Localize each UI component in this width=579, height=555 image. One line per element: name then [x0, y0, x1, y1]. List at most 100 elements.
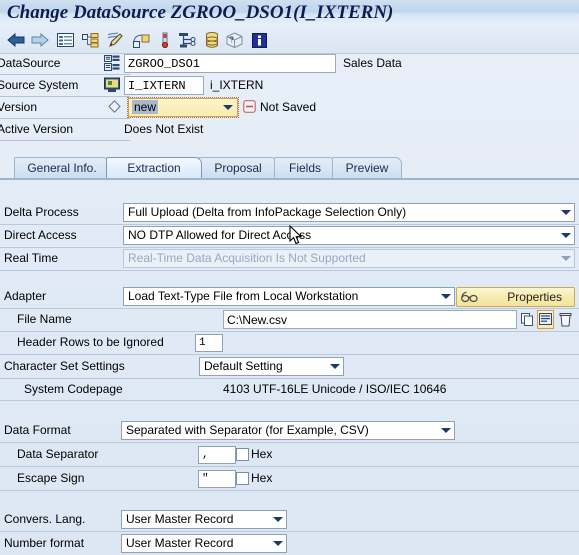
- data-format-value: Separated with Separator (for Example, C…: [126, 423, 369, 437]
- thermometer-icon[interactable]: [155, 30, 175, 50]
- escape-sign-input[interactable]: ": [198, 470, 236, 488]
- chevron-down-icon: [561, 210, 571, 215]
- header-rows-label: Header Rows to be Ignored: [17, 335, 164, 349]
- real-time-value: Real-Time Data Acquisition Is Not Suppor…: [128, 251, 366, 265]
- data-format-label: Data Format: [4, 423, 71, 437]
- cube-icon[interactable]: [224, 30, 244, 50]
- number-format-row: Number format User Master Record: [0, 532, 579, 555]
- header-rows-input[interactable]: 1: [195, 334, 223, 352]
- version-selected-value: new: [132, 100, 159, 114]
- shapes-icon[interactable]: [131, 30, 151, 50]
- edit-pencil-icon[interactable]: [105, 30, 125, 50]
- minus-circle-icon: [243, 100, 259, 116]
- list-icon[interactable]: [55, 30, 75, 50]
- tab-label: Fields: [288, 161, 321, 175]
- direct-access-row: Direct Access NO DTP Allowed for Direct …: [0, 224, 579, 248]
- active-version-value: Does Not Exist: [124, 122, 204, 136]
- active-version-label: Active Version: [0, 122, 74, 136]
- data-separator-row: Data Separator , Hex: [0, 443, 579, 467]
- character-set-value: Default Setting: [204, 359, 283, 373]
- tab-label: Preview: [345, 161, 389, 175]
- delta-process-value: Full Upload (Delta from InfoPackage Sele…: [128, 205, 407, 219]
- chevron-down-icon: [441, 428, 451, 433]
- chevron-down-icon: [273, 517, 283, 522]
- character-set-label: Character Set Settings: [4, 359, 125, 373]
- select-list-icon[interactable]: [537, 310, 554, 329]
- chevron-down-icon: [330, 364, 340, 369]
- tab-extraction[interactable]: Extraction: [106, 157, 202, 178]
- data-separator-label: Data Separator: [17, 447, 99, 461]
- sap-datasource-window: Change DataSource ZGROO_DSO1(I_IXTERN) D…: [0, 0, 579, 555]
- source-system-input[interactable]: I_IXTERN: [124, 76, 204, 95]
- real-time-row: Real Time Real-Time Data Acquisition Is …: [0, 247, 579, 271]
- tab-label: Proposal: [214, 161, 262, 175]
- database-icon[interactable]: [202, 30, 222, 50]
- data-format-row: Data Format Separated with Separator (fo…: [0, 419, 579, 443]
- chevron-down-icon: [273, 541, 283, 546]
- convers-lang-value: User Master Record: [126, 512, 234, 526]
- adapter-dropdown[interactable]: Load Text-Type File from Local Workstati…: [123, 287, 455, 306]
- source-system-label: Source System: [0, 78, 79, 92]
- properties-button-label: Properties: [507, 290, 562, 304]
- number-format-value: User Master Record: [126, 536, 234, 550]
- version-dropdown[interactable]: new: [127, 97, 239, 118]
- tab-label: Extraction: [127, 161, 181, 175]
- active-version-row: Active Version Does Not Exist: [0, 119, 579, 141]
- escape-sign-hex-label: Hex: [251, 471, 273, 485]
- forward-icon[interactable]: [30, 30, 50, 50]
- datasource-description: Sales Data: [343, 56, 402, 70]
- data-separator-hex-checkbox[interactable]: [236, 448, 249, 461]
- datasource-input[interactable]: ZGROO_DSO1: [124, 54, 336, 73]
- glasses-icon: [461, 291, 479, 309]
- delete-trash-icon[interactable]: [557, 310, 574, 329]
- file-name-input[interactable]: C:\New.csv: [223, 310, 517, 329]
- header-rows-row: Header Rows to be Ignored 1: [0, 331, 579, 355]
- escape-sign-row: Escape Sign " Hex: [0, 467, 579, 491]
- chevron-down-icon: [441, 294, 451, 299]
- system-codepage-row: System Codepage 4103 UTF-16LE Unicode / …: [0, 379, 579, 401]
- escape-sign-label: Escape Sign: [17, 471, 85, 485]
- data-separator-input[interactable]: ,: [198, 446, 236, 464]
- character-set-row: Character Set Settings Default Setting: [0, 355, 579, 379]
- escape-sign-hex-checkbox[interactable]: [236, 472, 249, 485]
- number-format-dropdown[interactable]: User Master Record: [121, 534, 287, 553]
- character-set-dropdown[interactable]: Default Setting: [199, 357, 344, 376]
- delta-process-dropdown[interactable]: Full Upload (Delta from InfoPackage Sele…: [123, 203, 575, 222]
- window-title-bar: Change DataSource ZGROO_DSO1(I_IXTERN): [0, 0, 579, 27]
- properties-button[interactable]: Properties: [456, 287, 575, 307]
- tab-fields[interactable]: Fields: [274, 157, 336, 178]
- chevron-down-icon: [561, 233, 571, 238]
- tab-bar: General Info. Extraction Proposal Fields…: [0, 157, 579, 179]
- tree-structure-icon[interactable]: [177, 30, 197, 50]
- tab-preview[interactable]: Preview: [332, 157, 402, 178]
- info-icon[interactable]: [249, 30, 269, 50]
- chevron-down-icon: [223, 105, 233, 110]
- tab-general-info[interactable]: General Info.: [14, 157, 110, 178]
- convers-lang-dropdown[interactable]: User Master Record: [121, 510, 287, 529]
- copy-icon[interactable]: [519, 310, 536, 329]
- extraction-panel: Delta Process Full Upload (Delta from In…: [0, 180, 579, 555]
- direct-access-dropdown[interactable]: NO DTP Allowed for Direct Access: [123, 226, 575, 245]
- delta-process-row: Delta Process Full Upload (Delta from In…: [0, 201, 579, 225]
- page-title: Change DataSource ZGROO_DSO1(I_IXTERN): [7, 2, 394, 23]
- file-name-label: File Name: [17, 312, 72, 326]
- chevron-down-icon: [561, 256, 571, 261]
- data-separator-hex-label: Hex: [251, 447, 273, 461]
- version-status: Not Saved: [260, 100, 317, 114]
- tab-proposal[interactable]: Proposal: [198, 157, 278, 178]
- delta-process-label: Delta Process: [4, 205, 79, 219]
- datasource-label: DataSource: [0, 56, 61, 70]
- system-codepage-value: 4103 UTF-16LE Unicode / ISO/IEC 10646: [223, 382, 447, 396]
- hierarchy-icon[interactable]: [80, 30, 100, 50]
- system-codepage-label: System Codepage: [24, 382, 123, 396]
- direct-access-label: Direct Access: [4, 228, 77, 242]
- main-toolbar: [0, 26, 579, 54]
- real-time-label: Real Time: [4, 251, 59, 265]
- data-format-dropdown[interactable]: Separated with Separator (for Example, C…: [121, 421, 455, 440]
- source-system-description: i_IXTERN: [210, 78, 264, 92]
- file-name-row: File Name C:\New.csv: [0, 308, 579, 332]
- back-icon[interactable]: [6, 30, 26, 50]
- datasource-icon: [104, 55, 120, 71]
- convers-lang-label: Convers. Lang.: [4, 512, 86, 526]
- adapter-label: Adapter: [4, 289, 47, 303]
